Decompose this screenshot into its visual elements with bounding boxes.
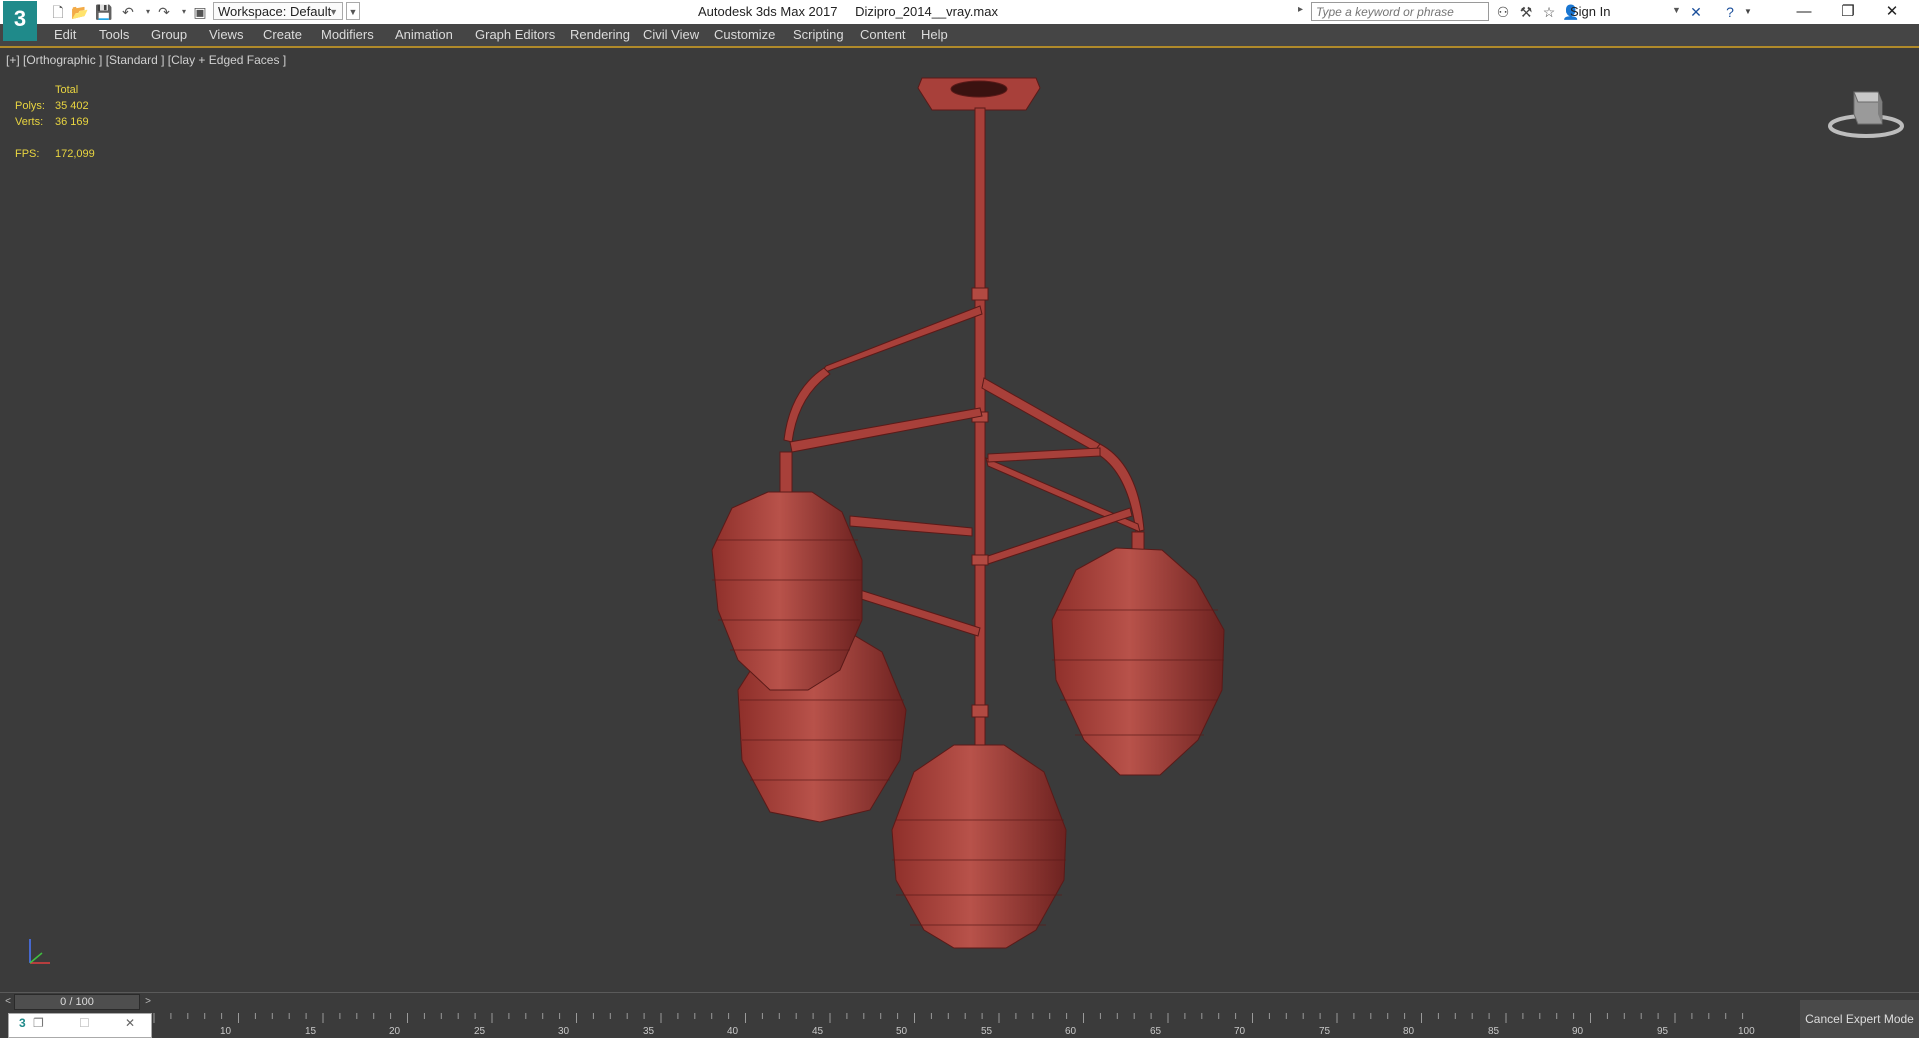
tick-label: 75 (1319, 1026, 1331, 1037)
menu-animation[interactable]: Animation (395, 27, 453, 42)
menu-create[interactable]: Create (263, 27, 302, 42)
tick-label: 55 (981, 1026, 993, 1037)
menu-bar: Edit Tools Group Views Create Modifiers … (0, 24, 1919, 48)
tick-label: 25 (474, 1026, 486, 1037)
viewcube[interactable] (1826, 78, 1906, 148)
undo-icon[interactable]: ↶ (118, 2, 138, 22)
chevron-down-icon[interactable]: ▼ (1672, 5, 1681, 15)
menu-content[interactable]: Content (860, 27, 906, 42)
minimize-button[interactable]: — (1782, 0, 1826, 24)
ruler-ticks (153, 1013, 1744, 1023)
tick-label: 35 (643, 1026, 655, 1037)
subscription-icon[interactable]: ⚒ (1516, 2, 1536, 22)
window-title: Autodesk 3ds Max 2017 Dizipro_2014__vray… (698, 4, 1012, 19)
time-slider[interactable]: 0 / 100 (14, 994, 140, 1010)
tick-label: 95 (1657, 1026, 1669, 1037)
tick-label: 70 (1234, 1026, 1246, 1037)
app-name: Autodesk 3ds Max 2017 (698, 4, 838, 19)
restore-icon[interactable]: ❐ (33, 1016, 44, 1030)
redo-icon[interactable]: ↷ (154, 2, 174, 22)
tick-label: 40 (727, 1026, 739, 1037)
next-frame-icon[interactable]: > (142, 994, 154, 1010)
menu-civil-view[interactable]: Civil View (643, 27, 699, 42)
menu-views[interactable]: Views (209, 27, 243, 42)
close-icon[interactable]: ✕ (125, 1016, 135, 1030)
tick-label: 90 (1572, 1026, 1584, 1037)
workspace-label: Workspace: Default (218, 4, 332, 19)
menu-edit[interactable]: Edit (54, 27, 76, 42)
tick-label: 30 (558, 1026, 570, 1037)
menu-help[interactable]: Help (921, 27, 948, 42)
tick-label: 50 (896, 1026, 908, 1037)
workspace-menu-icon[interactable]: ▼ (346, 2, 360, 20)
tick-label: 100 (1738, 1026, 1755, 1037)
maximize-icon[interactable]: ☐ (79, 1016, 90, 1030)
previous-frame-icon[interactable]: < (2, 994, 14, 1010)
tick-label: 85 (1488, 1026, 1500, 1037)
new-file-icon[interactable]: 🗋 (48, 2, 68, 22)
menu-tools[interactable]: Tools (99, 27, 129, 42)
menu-modifiers[interactable]: Modifiers (321, 27, 374, 42)
close-button[interactable]: ✕ (1870, 0, 1914, 24)
title-bar: 3 🗋 📂 💾 ↶ ▾ ↷ ▾ ▣ Workspace: Default ▼ ▼… (0, 0, 1919, 41)
help-dropdown-icon[interactable]: ▼ (1738, 2, 1758, 22)
open-file-icon[interactable]: 📂 (70, 2, 90, 22)
tick-label: 10 (220, 1026, 232, 1037)
exchange-apps-icon[interactable]: ✕ (1686, 2, 1706, 22)
menu-graph-editors[interactable]: Graph Editors (475, 27, 555, 42)
help-icon[interactable]: ? (1720, 2, 1740, 22)
time-slider-bar: < 0 / 100 > (0, 993, 1919, 1011)
project-folder-icon[interactable]: ▣ (190, 2, 210, 22)
app-logo-icon[interactable]: 3 (3, 1, 37, 41)
menu-rendering[interactable]: Rendering (570, 27, 630, 42)
axis-tripod-icon (29, 939, 50, 964)
tick-label: 65 (1150, 1026, 1162, 1037)
minimized-window-thumbnail[interactable]: 3 ❐ ☐ ✕ (8, 1013, 152, 1038)
menu-scripting[interactable]: Scripting (793, 27, 844, 42)
track-bar-ruler[interactable]: 10 15 20 25 30 35 40 45 50 55 60 65 70 7… (152, 1011, 1755, 1038)
restore-button[interactable]: ❐ (1826, 0, 1870, 24)
favorites-star-icon[interactable]: ☆ (1539, 2, 1559, 22)
sign-in-button[interactable]: Sign In (1570, 4, 1610, 19)
file-name: Dizipro_2014__vray.max (855, 4, 998, 19)
cancel-expert-mode-button[interactable]: Cancel Expert Mode (1800, 1000, 1919, 1038)
tick-label: 20 (389, 1026, 401, 1037)
save-icon[interactable]: 💾 (94, 2, 114, 22)
search-input[interactable] (1311, 2, 1489, 21)
tick-label: 80 (1403, 1026, 1415, 1037)
tick-label: 60 (1065, 1026, 1077, 1037)
menu-customize[interactable]: Customize (714, 27, 775, 42)
orthographic-viewport[interactable]: [+] [Orthographic ] [Standard ] [Clay + … (0, 48, 1919, 993)
chandelier-model[interactable] (0, 48, 1919, 992)
search-expand-icon[interactable]: ▸ (1298, 4, 1303, 15)
tick-label: 15 (305, 1026, 317, 1037)
tick-label: 45 (812, 1026, 824, 1037)
binoculars-icon[interactable]: ⚇ (1493, 2, 1513, 22)
menu-group[interactable]: Group (151, 27, 187, 42)
workspace-dropdown[interactable]: Workspace: Default ▼ (213, 2, 343, 20)
chevron-down-icon: ▼ (329, 7, 338, 17)
app-logo-icon: 3 (19, 1016, 26, 1030)
